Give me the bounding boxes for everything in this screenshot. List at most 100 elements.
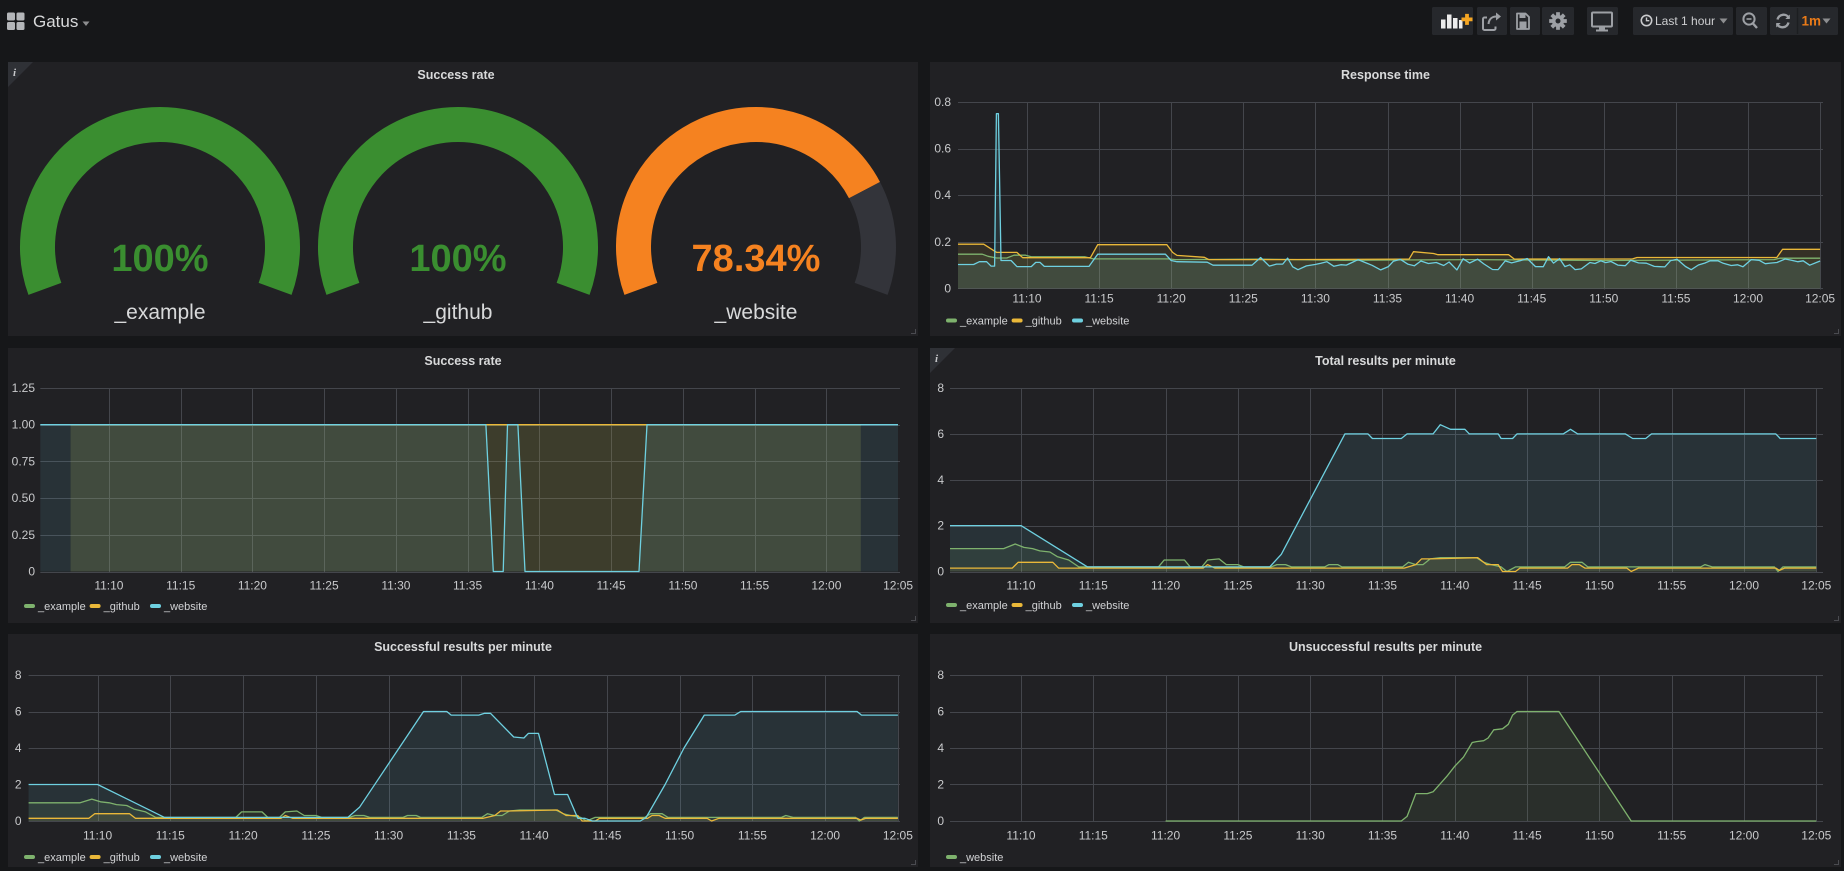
- svg-text:Success rate: Success rate: [417, 68, 494, 82]
- svg-text:_github: _github: [423, 301, 493, 324]
- svg-text:11:10: 11:10: [94, 579, 123, 593]
- svg-text:_website: _website: [1085, 316, 1129, 328]
- svg-text:12:05: 12:05: [1801, 579, 1831, 593]
- svg-text:1.25: 1.25: [12, 381, 36, 395]
- svg-text:12:00: 12:00: [1729, 829, 1759, 843]
- svg-text:8: 8: [937, 381, 944, 395]
- svg-text:11:55: 11:55: [1661, 292, 1690, 306]
- svg-text:11:45: 11:45: [592, 829, 621, 843]
- svg-text:11:30: 11:30: [381, 579, 410, 593]
- svg-text:11:50: 11:50: [1585, 579, 1614, 593]
- svg-text:11:55: 11:55: [740, 579, 769, 593]
- svg-text:11:20: 11:20: [1151, 579, 1180, 593]
- svg-text:11:10: 11:10: [83, 829, 112, 843]
- svg-text:11:50: 11:50: [665, 829, 694, 843]
- svg-text:11:15: 11:15: [156, 829, 185, 843]
- svg-text:Gatus: Gatus: [33, 12, 78, 31]
- svg-text:Total results per minute: Total results per minute: [1315, 354, 1456, 368]
- svg-text:4: 4: [15, 741, 22, 755]
- svg-text:1.00: 1.00: [12, 418, 36, 432]
- svg-text:Last 1 hour: Last 1 hour: [1655, 14, 1715, 28]
- svg-text:0.6: 0.6: [934, 142, 951, 156]
- svg-text:11:10: 11:10: [1006, 579, 1035, 593]
- svg-text:0.2: 0.2: [934, 235, 951, 249]
- svg-text:11:20: 11:20: [238, 579, 267, 593]
- svg-text:0: 0: [15, 814, 22, 828]
- svg-text:4: 4: [937, 473, 944, 487]
- svg-text:_website: _website: [959, 852, 1003, 864]
- svg-text:_example: _example: [959, 600, 1008, 612]
- svg-text:11:40: 11:40: [1440, 829, 1469, 843]
- svg-text:12:00: 12:00: [1729, 579, 1759, 593]
- svg-text:6: 6: [937, 427, 944, 441]
- svg-text:11:25: 11:25: [1223, 829, 1252, 843]
- svg-text:0.75: 0.75: [12, 454, 36, 468]
- svg-text:11:40: 11:40: [1445, 292, 1474, 306]
- svg-text:2: 2: [937, 519, 944, 533]
- svg-text:78.34%: 78.34%: [692, 238, 821, 280]
- svg-text:12:05: 12:05: [1805, 292, 1835, 306]
- svg-text:2: 2: [937, 778, 944, 792]
- svg-text:_website: _website: [1085, 600, 1129, 612]
- svg-text:1m: 1m: [1802, 14, 1822, 29]
- svg-text:_website: _website: [163, 852, 207, 864]
- svg-text:11:25: 11:25: [310, 579, 339, 593]
- svg-text:0.8: 0.8: [934, 95, 951, 109]
- svg-text:12:05: 12:05: [1801, 829, 1831, 843]
- svg-text:_github: _github: [1025, 316, 1062, 328]
- svg-text:12:05: 12:05: [883, 579, 913, 593]
- svg-text:11:35: 11:35: [447, 829, 476, 843]
- svg-text:11:15: 11:15: [1085, 292, 1114, 306]
- svg-text:11:55: 11:55: [1657, 829, 1686, 843]
- svg-text:11:30: 11:30: [1296, 579, 1325, 593]
- svg-text:_example: _example: [37, 601, 86, 613]
- svg-text:11:10: 11:10: [1012, 292, 1041, 306]
- svg-text:100%: 100%: [409, 238, 506, 280]
- svg-text:11:35: 11:35: [1368, 829, 1397, 843]
- svg-text:11:25: 11:25: [1223, 579, 1252, 593]
- svg-text:11:35: 11:35: [1368, 579, 1397, 593]
- svg-text:_github: _github: [103, 852, 140, 864]
- svg-text:12:00: 12:00: [1733, 292, 1763, 306]
- svg-text:11:50: 11:50: [1589, 292, 1618, 306]
- svg-text:11:30: 11:30: [1301, 292, 1330, 306]
- svg-text:2: 2: [15, 778, 22, 792]
- svg-text:0.25: 0.25: [12, 528, 36, 542]
- svg-text:8: 8: [15, 668, 22, 682]
- svg-text:11:15: 11:15: [1079, 829, 1108, 843]
- svg-text:_example: _example: [959, 316, 1008, 328]
- svg-text:6: 6: [937, 705, 944, 719]
- svg-text:11:40: 11:40: [1440, 579, 1469, 593]
- svg-text:_website: _website: [714, 301, 798, 324]
- svg-text:12:00: 12:00: [810, 829, 840, 843]
- svg-text:11:25: 11:25: [301, 829, 330, 843]
- svg-text:11:30: 11:30: [374, 829, 403, 843]
- svg-text:Response time: Response time: [1341, 68, 1430, 82]
- svg-text:11:55: 11:55: [738, 829, 767, 843]
- svg-text:4: 4: [937, 741, 944, 755]
- svg-text:11:20: 11:20: [229, 829, 258, 843]
- svg-text:0.4: 0.4: [934, 188, 951, 202]
- svg-text:11:55: 11:55: [1657, 579, 1686, 593]
- svg-text:Unsuccessful results per minut: Unsuccessful results per minute: [1289, 640, 1482, 654]
- svg-text:12:00: 12:00: [811, 579, 841, 593]
- svg-text:11:45: 11:45: [1513, 579, 1542, 593]
- svg-text:0: 0: [28, 565, 35, 579]
- svg-text:Successful results per minute: Successful results per minute: [374, 640, 552, 654]
- svg-text:11:35: 11:35: [1373, 292, 1402, 306]
- svg-text:11:15: 11:15: [166, 579, 195, 593]
- svg-text:_example: _example: [113, 301, 205, 324]
- svg-text:8: 8: [937, 668, 944, 682]
- svg-text:11:20: 11:20: [1157, 292, 1186, 306]
- svg-text:11:40: 11:40: [520, 829, 549, 843]
- svg-text:0: 0: [937, 814, 944, 828]
- svg-text:11:20: 11:20: [1151, 829, 1180, 843]
- svg-text:11:45: 11:45: [1513, 829, 1542, 843]
- svg-text:11:15: 11:15: [1079, 579, 1108, 593]
- svg-text:0: 0: [937, 565, 944, 579]
- svg-text:11:50: 11:50: [668, 579, 697, 593]
- svg-text:11:40: 11:40: [525, 579, 554, 593]
- svg-text:11:25: 11:25: [1229, 292, 1258, 306]
- svg-text:100%: 100%: [111, 238, 208, 280]
- svg-text:_website: _website: [163, 601, 207, 613]
